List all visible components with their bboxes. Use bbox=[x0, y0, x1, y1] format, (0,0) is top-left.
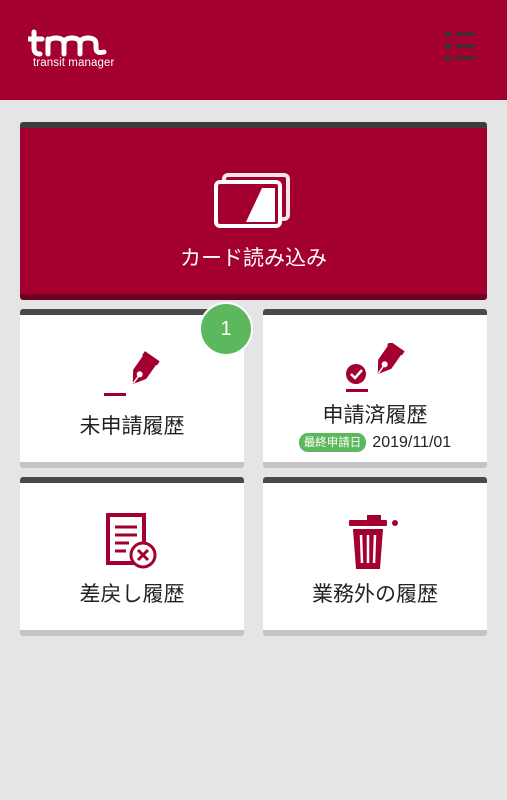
list-menu-icon[interactable] bbox=[440, 26, 480, 66]
filed-history-label: 申請済履歴 bbox=[322, 403, 428, 427]
non-business-history-label: 業務外の履歴 bbox=[312, 582, 438, 606]
returned-history-button[interactable]: 差戻し履歴 bbox=[20, 477, 244, 636]
card-read-button[interactable]: カード読み込み bbox=[20, 122, 487, 300]
last-filed-date-badge: 最終申請日 bbox=[298, 433, 367, 452]
unfiled-count-badge: 1 bbox=[199, 302, 253, 356]
returned-history-label: 差戻し履歴 bbox=[79, 582, 185, 606]
document-reject-icon bbox=[106, 513, 157, 569]
logo-subtitle: transit manager bbox=[33, 57, 115, 69]
last-filed-date: 2019/11/01 bbox=[372, 433, 452, 451]
non-business-history-button[interactable]: 業務外の履歴 bbox=[263, 477, 487, 636]
pen-check-icon bbox=[346, 343, 405, 392]
card-read-label: カード読み込み bbox=[180, 246, 327, 270]
last-filed-date-row: 最終申請日 2019/11/01 bbox=[263, 433, 487, 452]
app-header: transit manager bbox=[0, 0, 507, 100]
pen-icon bbox=[104, 351, 160, 396]
filed-history-button[interactable]: 申請済履歴 最終申請日 2019/11/01 bbox=[263, 309, 487, 468]
card-icon bbox=[214, 173, 290, 228]
unfiled-history-label: 未申請履歴 bbox=[79, 414, 185, 438]
trash-icon bbox=[349, 515, 398, 569]
